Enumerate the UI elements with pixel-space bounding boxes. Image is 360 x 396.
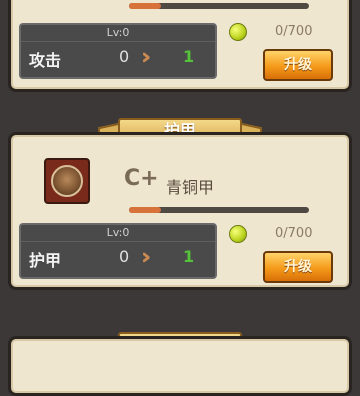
- next-value: 1: [183, 47, 195, 66]
- upgrade-button[interactable]: 升级: [263, 49, 333, 81]
- level-label: Lv:0: [21, 225, 215, 242]
- stats-box: Lv:0 护甲 0 ›› 1: [19, 223, 217, 279]
- progress-fill: [129, 207, 162, 213]
- stat-name: 攻击: [29, 51, 62, 70]
- cost-text: 0/700: [275, 24, 313, 39]
- item-name: 青铜甲: [166, 178, 215, 197]
- upgrade-button[interactable]: 升级: [263, 251, 333, 283]
- current-value: 0: [119, 47, 130, 66]
- armor-panel: Lv:0 护甲 0 ›› 1 0/700 升级: [8, 132, 352, 290]
- level-label: Lv:0: [21, 25, 215, 42]
- coin-icon: [229, 225, 247, 243]
- stats-box: Lv:0 攻击 0 ›› 1: [19, 23, 217, 79]
- armor-item-icon[interactable]: [44, 158, 90, 204]
- accessory-panel: [8, 336, 352, 396]
- next-value: 1: [183, 247, 195, 266]
- cost-text: 0/700: [275, 226, 313, 241]
- progress-bar: [129, 3, 309, 9]
- coin-icon: [229, 23, 247, 41]
- shield-icon: [51, 165, 83, 197]
- grade-badge: C+: [124, 166, 159, 191]
- attack-panel: Lv:0 攻击 0 ›› 1 0/700 升级: [8, 0, 352, 92]
- upgrade-arrow-icon: ››: [141, 245, 152, 270]
- progress-fill: [129, 3, 162, 9]
- progress-bar: [129, 207, 309, 213]
- current-value: 0: [119, 247, 130, 266]
- upgrade-arrow-icon: ››: [141, 45, 152, 70]
- stat-name: 护甲: [29, 251, 62, 270]
